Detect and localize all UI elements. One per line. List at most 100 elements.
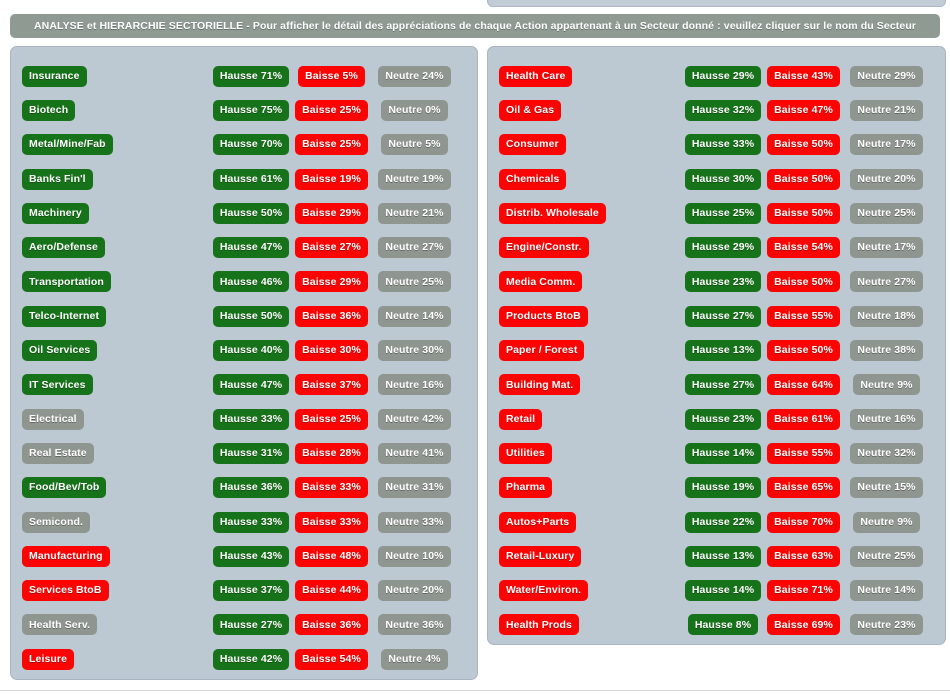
sector-row: Semicond. Hausse 33% Baisse 33% Neutre 33%	[11, 505, 477, 539]
hausse-value-badge-cell: Hausse 47%	[211, 237, 291, 259]
neutre-value-badge-cell: Neutre 36%	[373, 614, 456, 636]
sector-name-button[interactable]: Utilities	[499, 442, 552, 464]
neutre-value-badge: Neutre 24%	[378, 65, 451, 87]
neutre-value-badge-cell: Neutre 24%	[373, 65, 456, 87]
sector-name-button[interactable]: Electrical	[22, 408, 84, 430]
sector-name-cell: Health Prods	[499, 614, 579, 636]
neutre-value-badge: Neutre 27%	[850, 271, 923, 293]
sector-name-cell: Retail-Luxury	[499, 545, 582, 567]
baisse-value-badge: Baisse 70%	[767, 511, 840, 533]
sector-name-button[interactable]: Water/Environ.	[499, 580, 589, 602]
hausse-value-badge-cell: Hausse 27%	[211, 614, 291, 636]
sector-name-button[interactable]: Real Estate	[22, 442, 94, 464]
sector-row: Health Care Hausse 29% Baisse 43% Neutre 29…	[488, 59, 945, 93]
hausse-value-badge-cell: Hausse 23%	[683, 271, 763, 293]
sector-name-cell: Autos+Parts	[499, 511, 577, 533]
sector-row: Telco-Internet Hausse 50% Baisse 36% Neutre…	[11, 299, 477, 333]
sector-name-cell: Food/Bev/Tob	[22, 477, 107, 499]
sector-name-button[interactable]: Transportation	[22, 271, 111, 293]
sector-row: IT Services Hausse 47% Baisse 37% Neutre 16…	[11, 368, 477, 402]
sector-name-cell: Oil Services	[22, 340, 98, 362]
sector-row: Products BtoB Hausse 27% Baisse 55% Neutre …	[488, 299, 945, 333]
hausse-value-badge-cell: Hausse 32%	[683, 99, 763, 121]
neutre-value-badge: Neutre 36%	[378, 614, 451, 636]
sector-name-button[interactable]: Semicond.	[22, 511, 90, 533]
sector-name-button[interactable]: Autos+Parts	[499, 511, 577, 533]
sector-name-button[interactable]: Insurance	[22, 65, 87, 87]
sector-row: Media Comm. Hausse 23% Baisse 50% Neutre 27…	[488, 265, 945, 299]
sector-name-button[interactable]: Machinery	[22, 202, 89, 224]
neutre-value-badge-cell: Neutre 9%	[845, 511, 928, 533]
sector-name-button[interactable]: Telco-Internet	[22, 305, 107, 327]
sector-name-button[interactable]: Leisure	[22, 648, 75, 670]
hausse-value-badge: Hausse 13%	[684, 545, 762, 567]
hausse-value-badge: Hausse 13%	[684, 340, 762, 362]
sector-row: Transportation Hausse 46% Baisse 29% Neutre…	[11, 265, 477, 299]
neutre-value-badge-cell: Neutre 29%	[845, 65, 928, 87]
sector-name-button[interactable]: Health Serv.	[22, 614, 98, 636]
neutre-value-badge-cell: Neutre 31%	[373, 477, 456, 499]
sector-name-button[interactable]: Oil Services	[22, 340, 98, 362]
neutre-value-badge: Neutre 31%	[378, 477, 451, 499]
sector-name-button[interactable]: Pharma	[499, 477, 553, 499]
baisse-value-badge-cell: Baisse 50%	[764, 271, 843, 293]
baisse-value-badge: Baisse 25%	[295, 408, 368, 430]
hausse-value-badge: Hausse 33%	[684, 134, 762, 156]
neutre-value-badge: Neutre 32%	[850, 442, 923, 464]
neutre-value-badge: Neutre 14%	[850, 580, 923, 602]
sector-name-button[interactable]: Media Comm.	[499, 271, 583, 293]
sector-name-cell: Paper / Forest	[499, 340, 585, 362]
sector-row: Consumer Hausse 33% Baisse 50% Neutre 17%	[488, 128, 945, 162]
sector-name-button[interactable]: Food/Bev/Tob	[22, 477, 107, 499]
sector-name-button[interactable]: Metal/Mine/Fab	[22, 134, 113, 156]
sector-name-button[interactable]: Chemicals	[499, 168, 567, 190]
sector-name-cell: Water/Environ.	[499, 580, 589, 602]
sector-name-button[interactable]: IT Services	[22, 374, 93, 396]
baisse-value-badge-cell: Baisse 50%	[764, 202, 843, 224]
sector-name-cell: Manufacturing	[22, 545, 110, 567]
baisse-value-badge-cell: Baisse 50%	[764, 168, 843, 190]
header-title-text: ANALYSE et HIERARCHIE SECTORIELLE - Pour…	[33, 20, 917, 32]
sector-name-button[interactable]: Retail-Luxury	[499, 545, 582, 567]
sector-name-button[interactable]: Engine/Constr.	[499, 237, 589, 259]
sector-name-cell: Leisure	[22, 648, 75, 670]
sector-row: Electrical Hausse 33% Baisse 25% Neutre 42%	[11, 402, 477, 436]
neutre-value-badge: Neutre 20%	[378, 580, 451, 602]
neutre-value-badge: Neutre 18%	[850, 305, 923, 327]
hausse-value-badge-cell: Hausse 33%	[683, 134, 763, 156]
sector-name-button[interactable]: Retail	[499, 408, 543, 430]
hausse-value-badge-cell: Hausse 29%	[683, 237, 763, 259]
sector-name-button[interactable]: Consumer	[499, 134, 566, 156]
sector-name-button[interactable]: Health Prods	[499, 614, 579, 636]
sector-name-button[interactable]: Products BtoB	[499, 305, 588, 327]
neutre-value-badge-cell: Neutre 0%	[373, 99, 456, 121]
neutre-value-badge-cell: Neutre 23%	[845, 614, 928, 636]
neutre-value-badge-cell: Neutre 42%	[373, 408, 456, 430]
hausse-value-badge: Hausse 61%	[212, 168, 290, 190]
sector-name-button[interactable]: Services BtoB	[22, 580, 109, 602]
sector-row: Distrib. Wholesale Hausse 25% Baisse 50% Ne…	[488, 196, 945, 230]
sector-name-button[interactable]: Building Mat.	[499, 374, 581, 396]
baisse-value-badge: Baisse 69%	[767, 614, 840, 636]
sector-row: Pharma Hausse 19% Baisse 65% Neutre 15%	[488, 471, 945, 505]
sector-name-button[interactable]: Aero/Defense	[22, 237, 105, 259]
sector-name-button[interactable]: Biotech	[22, 99, 76, 121]
sector-name-button[interactable]: Oil & Gas	[499, 99, 562, 121]
neutre-value-badge-cell: Neutre 15%	[845, 477, 928, 499]
page-root: ANALYSE et HIERARCHIE SECTORIELLE - Pour…	[0, 0, 950, 700]
sector-name-button[interactable]: Paper / Forest	[499, 340, 585, 362]
neutre-value-badge: Neutre 38%	[850, 340, 923, 362]
sector-name-button[interactable]: Manufacturing	[22, 545, 110, 567]
baisse-value-badge-cell: Baisse 36%	[292, 305, 371, 327]
sector-name-button[interactable]: Banks Fin'l	[22, 168, 93, 190]
hausse-value-badge-cell: Hausse 29%	[683, 65, 763, 87]
baisse-value-badge-cell: Baisse 19%	[292, 168, 371, 190]
hausse-value-badge-cell: Hausse 37%	[211, 580, 291, 602]
sector-row: Building Mat. Hausse 27% Baisse 64% Neutre …	[488, 368, 945, 402]
baisse-value-badge: Baisse 50%	[767, 202, 840, 224]
baisse-value-badge: Baisse 19%	[295, 168, 368, 190]
sector-name-button[interactable]: Health Care	[499, 65, 573, 87]
sector-name-button[interactable]: Distrib. Wholesale	[499, 202, 606, 224]
hausse-value-badge-cell: Hausse 13%	[683, 545, 763, 567]
sector-row: Machinery Hausse 50% Baisse 29% Neutre 21%	[11, 196, 477, 230]
